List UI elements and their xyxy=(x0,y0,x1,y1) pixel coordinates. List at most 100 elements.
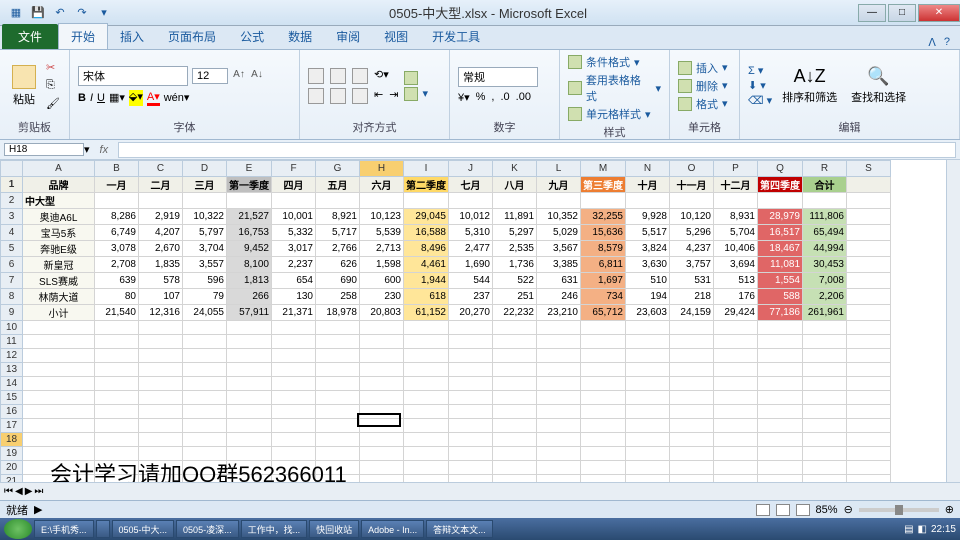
zoom-level[interactable]: 85% xyxy=(816,504,838,516)
normal-view-icon[interactable] xyxy=(756,504,770,516)
zoom-out-button[interactable]: ⊖ xyxy=(844,503,853,516)
data-tab[interactable]: 数据 xyxy=(276,24,324,49)
font-name-combo[interactable]: 宋体 xyxy=(78,66,188,86)
number-group: 常规 ¥▾%, .0 .00 数字 xyxy=(450,50,560,139)
indent-dec-icon[interactable]: ⇤ xyxy=(374,88,383,104)
align-middle-icon[interactable] xyxy=(330,68,346,84)
undo-icon[interactable]: ↶ xyxy=(52,5,68,21)
redo-icon[interactable]: ↷ xyxy=(74,5,90,21)
tray-icon[interactable]: ◧ xyxy=(918,524,927,535)
number-format-combo[interactable]: 常规 xyxy=(458,67,538,87)
file-tab[interactable]: 文件 xyxy=(2,24,58,49)
orientation-icon[interactable]: ⟲▾ xyxy=(374,68,389,84)
copy-icon[interactable]: ⎘ xyxy=(46,79,60,93)
italic-button[interactable]: I xyxy=(90,92,93,104)
styles-label: 样式 xyxy=(568,122,661,140)
taskbar-item[interactable]: 0505-中大... xyxy=(112,520,175,538)
tray-icon[interactable]: ▤ xyxy=(904,524,913,535)
minimize-ribbon-icon[interactable]: ᐱ xyxy=(928,36,936,49)
shrink-font-icon[interactable]: A↓ xyxy=(250,69,264,83)
taskbar-item[interactable]: E:\手机秀... xyxy=(34,520,94,538)
alignment-group: ⟲▾ ⇤⇥ ▾ 对齐方式 xyxy=(300,50,450,139)
fill-button[interactable]: ⬇ ▾ xyxy=(748,79,772,92)
align-center-icon[interactable] xyxy=(330,88,346,104)
comma-icon[interactable]: , xyxy=(491,91,494,104)
window-controls: — □ ✕ xyxy=(856,4,960,22)
close-button[interactable]: ✕ xyxy=(918,4,960,22)
cell-styles-button[interactable]: 单元格样式▾ xyxy=(568,106,661,122)
maximize-button[interactable]: □ xyxy=(888,4,916,22)
paste-icon xyxy=(12,65,36,89)
system-tray[interactable]: ▤ ◧ 22:15 xyxy=(904,524,956,535)
align-top-icon[interactable] xyxy=(308,68,324,84)
home-tab[interactable]: 开始 xyxy=(58,23,108,49)
inc-decimal-icon[interactable]: .0 xyxy=(500,91,509,104)
insert-tab[interactable]: 插入 xyxy=(108,24,156,49)
align-right-icon[interactable] xyxy=(352,88,368,104)
review-tab[interactable]: 审阅 xyxy=(324,24,372,49)
formula-tab[interactable]: 公式 xyxy=(228,24,276,49)
wrap-text-button[interactable] xyxy=(404,71,428,85)
format-painter-icon[interactable]: 🖌 xyxy=(46,97,60,111)
clock: 22:15 xyxy=(931,524,956,535)
formula-input[interactable] xyxy=(118,142,956,158)
minimize-button[interactable]: — xyxy=(858,4,886,22)
sheet-tabs-bar: ⏮◀▶⏭ xyxy=(0,482,960,500)
page-break-view-icon[interactable] xyxy=(796,504,810,516)
fill-color-button[interactable]: ⬙▾ xyxy=(129,90,143,106)
taskbar-item[interactable]: 0505-凌深... xyxy=(176,520,239,538)
delete-cells-button[interactable]: 删除▾ xyxy=(678,78,728,94)
format-table-button[interactable]: 套用表格格式▾ xyxy=(568,72,661,104)
dec-decimal-icon[interactable]: .00 xyxy=(516,91,531,104)
align-bottom-icon[interactable] xyxy=(352,68,368,84)
taskbar-item[interactable]: 工作中，找... xyxy=(241,520,308,538)
taskbar-item[interactable]: 答辩文本文... xyxy=(426,520,493,538)
conditional-format-button[interactable]: 条件格式▾ xyxy=(568,54,661,70)
windows-taskbar: E:\手机秀... 0505-中大...0505-凌深...工作中，找...快回收… xyxy=(0,518,960,540)
save-icon[interactable]: 💾 xyxy=(30,5,46,21)
underline-button[interactable]: U xyxy=(97,92,105,104)
accounting-icon[interactable]: ¥▾ xyxy=(458,91,470,104)
clear-button[interactable]: ⌫ ▾ xyxy=(748,94,772,107)
title-bar: ▦ 💾 ↶ ↷ ▾ 0505-中大型.xlsx - Microsoft Exce… xyxy=(0,0,960,26)
grow-font-icon[interactable]: A↑ xyxy=(232,69,246,83)
phonetic-button[interactable]: wén▾ xyxy=(164,91,190,104)
clipboard-group: 粘贴 ✂ ⎘ 🖌 剪贴板 xyxy=(0,50,70,139)
zoom-in-button[interactable]: ⊕ xyxy=(945,503,954,516)
name-box[interactable]: H18 xyxy=(4,143,84,156)
view-tab[interactable]: 视图 xyxy=(372,24,420,49)
merge-button[interactable]: ▾ xyxy=(404,87,428,101)
indent-inc-icon[interactable]: ⇥ xyxy=(389,88,398,104)
taskbar-item[interactable]: 快回收站 xyxy=(309,520,359,538)
number-label: 数字 xyxy=(458,117,551,135)
status-bar: 就绪 ▶ 85% ⊖ ⊕ xyxy=(0,500,960,518)
paste-button[interactable]: 粘贴 xyxy=(8,63,40,109)
developer-tab[interactable]: 开发工具 xyxy=(420,24,492,49)
zoom-slider[interactable] xyxy=(859,508,939,512)
border-button[interactable]: ▦▾ xyxy=(109,91,125,104)
autosum-button[interactable]: Σ ▾ xyxy=(748,64,772,77)
percent-icon[interactable]: % xyxy=(476,91,486,104)
layout-tab[interactable]: 页面布局 xyxy=(156,24,228,49)
taskbar-item[interactable] xyxy=(96,520,110,538)
bold-button[interactable]: B xyxy=(78,92,86,104)
insert-cells-button[interactable]: 插入▾ xyxy=(678,60,728,76)
macro-record-icon[interactable]: ▶ xyxy=(34,503,42,516)
cells-label: 单元格 xyxy=(678,117,731,135)
font-color-button[interactable]: A▾ xyxy=(147,90,160,106)
fx-icon[interactable]: fx xyxy=(90,144,119,156)
help-icon[interactable]: ? xyxy=(944,36,950,49)
font-size-combo[interactable]: 12 xyxy=(192,68,228,84)
page-layout-view-icon[interactable] xyxy=(776,504,790,516)
align-left-icon[interactable] xyxy=(308,88,324,104)
format-cells-button[interactable]: 格式▾ xyxy=(678,96,728,112)
sort-filter-button[interactable]: A↓Z排序和筛选 xyxy=(778,64,841,107)
taskbar-item[interactable]: Adobe - In... xyxy=(361,520,424,538)
start-button[interactable] xyxy=(4,519,32,539)
qat-dropdown-icon[interactable]: ▾ xyxy=(96,5,112,21)
window-title: 0505-中大型.xlsx - Microsoft Excel xyxy=(120,3,856,22)
vertical-scrollbar[interactable] xyxy=(946,160,960,512)
find-select-button[interactable]: 🔍查找和选择 xyxy=(847,64,910,107)
cut-icon[interactable]: ✂ xyxy=(46,61,60,75)
sheet-nav[interactable]: ⏮◀▶⏭ xyxy=(0,486,47,497)
